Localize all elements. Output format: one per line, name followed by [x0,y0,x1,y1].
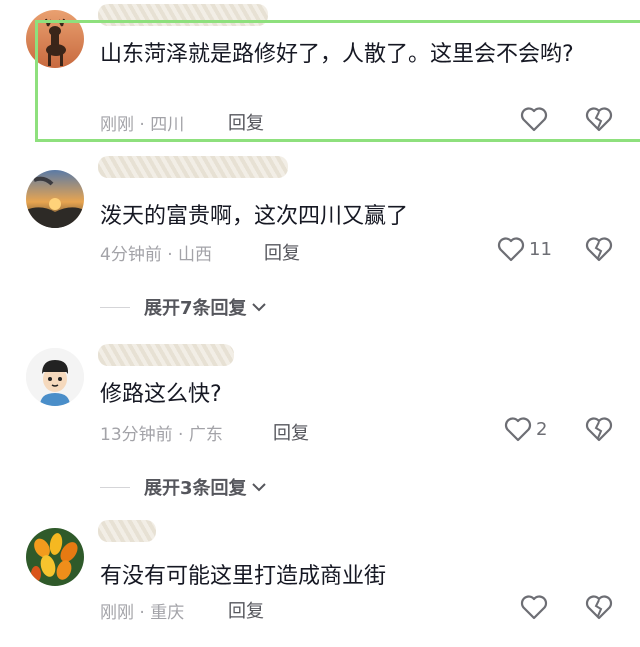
divider-line [100,486,130,488]
username-blurred[interactable] [98,344,234,366]
heart-icon [520,594,548,620]
comment-meta: 4分钟前 · 山西 [100,245,213,265]
reply-button[interactable]: 回复 [228,597,264,623]
comment-meta: 13分钟前 · 广东 [100,425,223,445]
avatar[interactable] [26,348,84,406]
username-blurred[interactable] [98,520,156,542]
like-count: 2 [536,418,548,440]
comment-text: 有没有可能这里打造成商业街 [100,564,387,589]
avatar[interactable] [26,170,84,228]
like-count: 11 [529,238,552,260]
avatar[interactable] [26,528,84,586]
highlight-frame [35,20,640,142]
comment-text: 修路这么快? [100,382,222,407]
chevron-down-icon [251,477,267,498]
broken-heart-icon [585,416,613,442]
dislike-button[interactable] [585,416,613,442]
like-button[interactable]: 11 [497,236,552,262]
username-blurred[interactable] [98,156,288,178]
broken-heart-icon [585,594,613,620]
dislike-button[interactable] [585,236,613,262]
broken-heart-icon [585,236,613,262]
like-button[interactable]: 2 [504,416,547,442]
dislike-button[interactable] [585,594,613,620]
expand-replies-label: 展开3条回复 [144,478,247,499]
expand-replies-button[interactable]: 展开7条回复 [100,294,267,320]
expand-replies-button[interactable]: 展开3条回复 [100,474,267,500]
comment-meta: 刚刚 · 重庆 [100,603,185,623]
comment-text: 泼天的富贵啊，这次四川又赢了 [100,204,409,229]
like-button[interactable] [520,594,552,620]
heart-icon [497,236,525,262]
reply-button[interactable]: 回复 [264,239,300,265]
divider-line [100,306,130,308]
chevron-down-icon [251,297,267,318]
heart-icon [504,416,532,442]
expand-replies-label: 展开7条回复 [144,298,247,319]
reply-button[interactable]: 回复 [273,419,309,445]
